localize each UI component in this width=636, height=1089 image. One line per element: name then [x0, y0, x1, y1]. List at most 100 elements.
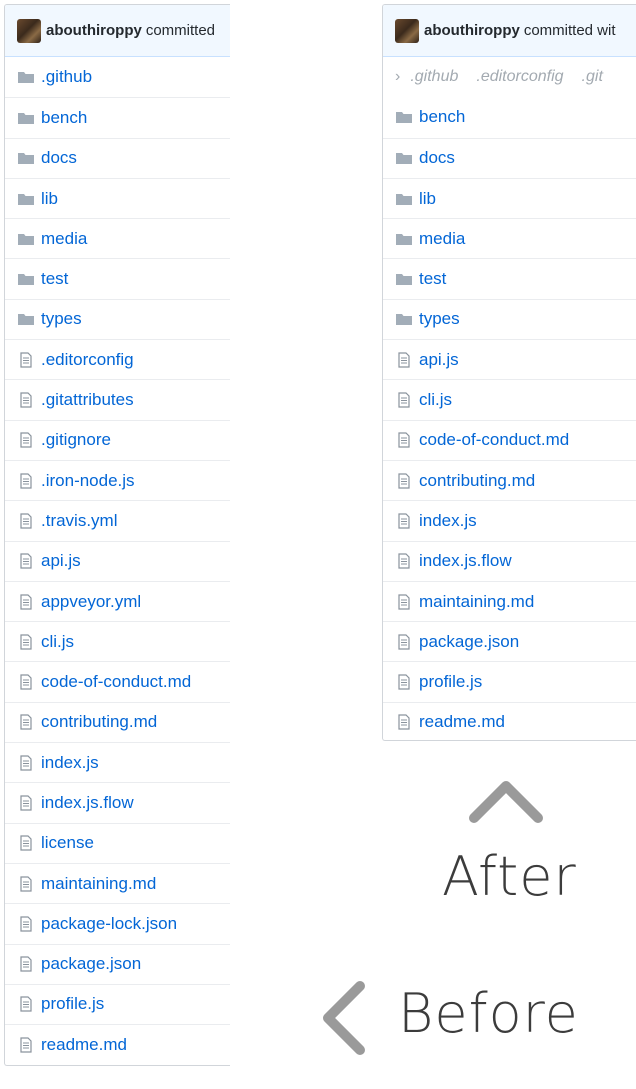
- file-name-link[interactable]: api.js: [41, 551, 81, 571]
- file-name-link[interactable]: .editorconfig: [41, 350, 134, 370]
- file-icon: [17, 553, 35, 569]
- file-name-link[interactable]: cli.js: [41, 632, 74, 652]
- file-name-link[interactable]: cli.js: [419, 390, 452, 410]
- file-name-link[interactable]: api.js: [419, 350, 459, 370]
- file-name-link[interactable]: readme.md: [419, 712, 505, 732]
- file-row[interactable]: index.js: [383, 500, 636, 540]
- file-icon: [395, 513, 413, 529]
- file-row[interactable]: api.js: [383, 339, 636, 379]
- file-name-link[interactable]: media: [41, 229, 87, 249]
- folder-icon: [17, 110, 35, 126]
- file-name-link[interactable]: appveyor.yml: [41, 592, 141, 612]
- file-name-link[interactable]: .gitignore: [41, 430, 111, 450]
- file-row[interactable]: types: [5, 298, 230, 339]
- file-name-link[interactable]: docs: [41, 148, 77, 168]
- file-name-link[interactable]: test: [419, 269, 446, 289]
- folder-icon: [17, 271, 35, 287]
- file-row[interactable]: readme.md: [383, 701, 636, 740]
- file-name-link[interactable]: docs: [419, 148, 455, 168]
- file-row[interactable]: test: [5, 258, 230, 298]
- file-name-link[interactable]: bench: [419, 107, 465, 127]
- file-name-link[interactable]: index.js.flow: [419, 551, 512, 571]
- file-row[interactable]: types: [383, 298, 636, 339]
- file-name-link[interactable]: index.js: [419, 511, 477, 531]
- file-row[interactable]: profile.js: [5, 983, 230, 1024]
- file-name-link[interactable]: code-of-conduct.md: [419, 430, 569, 450]
- file-name-link[interactable]: package-lock.json: [41, 914, 177, 934]
- dotfiles-toggle-row[interactable]: › .github .editorconfig .git: [383, 57, 636, 97]
- file-list-after: abouthiroppy committed wit › .github .ed…: [382, 4, 636, 741]
- file-row[interactable]: index.js: [5, 742, 230, 782]
- file-name-link[interactable]: lib: [419, 189, 436, 209]
- file-name-link[interactable]: bench: [41, 108, 87, 128]
- file-name-link[interactable]: profile.js: [419, 672, 482, 692]
- file-row[interactable]: lib: [5, 177, 230, 218]
- file-name-link[interactable]: contributing.md: [41, 712, 157, 732]
- file-row[interactable]: code-of-conduct.md: [5, 661, 230, 701]
- commit-text: committed wit: [523, 22, 616, 39]
- commit-author[interactable]: abouthiroppy: [424, 22, 520, 39]
- file-name-link[interactable]: index.js: [41, 753, 99, 773]
- file-row[interactable]: .gitignore: [5, 419, 230, 460]
- dotfile-name: .git: [581, 68, 603, 86]
- file-row[interactable]: lib: [383, 177, 636, 218]
- avatar[interactable]: [17, 18, 41, 43]
- file-row[interactable]: package.json: [383, 621, 636, 661]
- chevron-up-icon: [469, 781, 543, 823]
- file-name-link[interactable]: contributing.md: [419, 471, 535, 491]
- file-name-link[interactable]: maintaining.md: [41, 874, 156, 894]
- file-name-link[interactable]: types: [41, 309, 82, 329]
- file-row[interactable]: api.js: [5, 540, 230, 581]
- file-row[interactable]: index.js.flow: [383, 540, 636, 581]
- file-row[interactable]: maintaining.md: [383, 580, 636, 621]
- file-row[interactable]: .travis.yml: [5, 500, 230, 540]
- file-row[interactable]: docs: [5, 137, 230, 178]
- file-name-link[interactable]: types: [419, 309, 460, 329]
- file-name-link[interactable]: .travis.yml: [41, 511, 118, 531]
- file-name-link[interactable]: media: [419, 229, 465, 249]
- file-name-link[interactable]: package.json: [419, 632, 519, 652]
- file-name-link[interactable]: .gitattributes: [41, 390, 134, 410]
- file-icon: [17, 634, 35, 650]
- file-name-link[interactable]: code-of-conduct.md: [41, 672, 191, 692]
- file-row[interactable]: license: [5, 822, 230, 863]
- file-row[interactable]: index.js.flow: [5, 782, 230, 822]
- file-row[interactable]: media: [5, 218, 230, 258]
- file-row[interactable]: test: [383, 258, 636, 298]
- file-row[interactable]: .editorconfig: [5, 339, 230, 379]
- file-row[interactable]: contributing.md: [383, 459, 636, 500]
- file-row[interactable]: media: [383, 218, 636, 258]
- file-row[interactable]: profile.js: [383, 661, 636, 701]
- file-row[interactable]: cli.js: [5, 621, 230, 661]
- file-row[interactable]: bench: [383, 97, 636, 137]
- file-row[interactable]: maintaining.md: [5, 862, 230, 903]
- file-row[interactable]: .gitattributes: [5, 379, 230, 419]
- file-row[interactable]: docs: [383, 137, 636, 178]
- file-name-link[interactable]: index.js.flow: [41, 793, 134, 813]
- commit-author[interactable]: abouthiroppy: [46, 22, 142, 39]
- file-row[interactable]: cli.js: [383, 379, 636, 419]
- file-name-link[interactable]: package.json: [41, 954, 141, 974]
- file-name-link[interactable]: .github: [41, 67, 92, 87]
- file-icon: [395, 634, 413, 650]
- file-name-link[interactable]: license: [41, 833, 94, 853]
- file-row[interactable]: readme.md: [5, 1024, 230, 1064]
- file-name-link[interactable]: lib: [41, 189, 58, 209]
- dotfile-name: .github: [410, 68, 459, 86]
- file-name-link[interactable]: profile.js: [41, 994, 104, 1014]
- file-row[interactable]: bench: [5, 97, 230, 137]
- folder-icon: [17, 231, 35, 247]
- file-name-link[interactable]: .iron-node.js: [41, 471, 135, 491]
- file-row[interactable]: package-lock.json: [5, 903, 230, 943]
- file-icon: [17, 513, 35, 529]
- avatar[interactable]: [395, 18, 419, 43]
- file-row[interactable]: code-of-conduct.md: [383, 419, 636, 460]
- file-name-link[interactable]: readme.md: [41, 1035, 127, 1055]
- file-name-link[interactable]: test: [41, 269, 68, 289]
- file-row[interactable]: appveyor.yml: [5, 580, 230, 621]
- file-row[interactable]: .github: [5, 57, 230, 97]
- file-row[interactable]: contributing.md: [5, 701, 230, 742]
- file-name-link[interactable]: maintaining.md: [419, 592, 534, 612]
- file-row[interactable]: package.json: [5, 943, 230, 984]
- file-row[interactable]: .iron-node.js: [5, 459, 230, 500]
